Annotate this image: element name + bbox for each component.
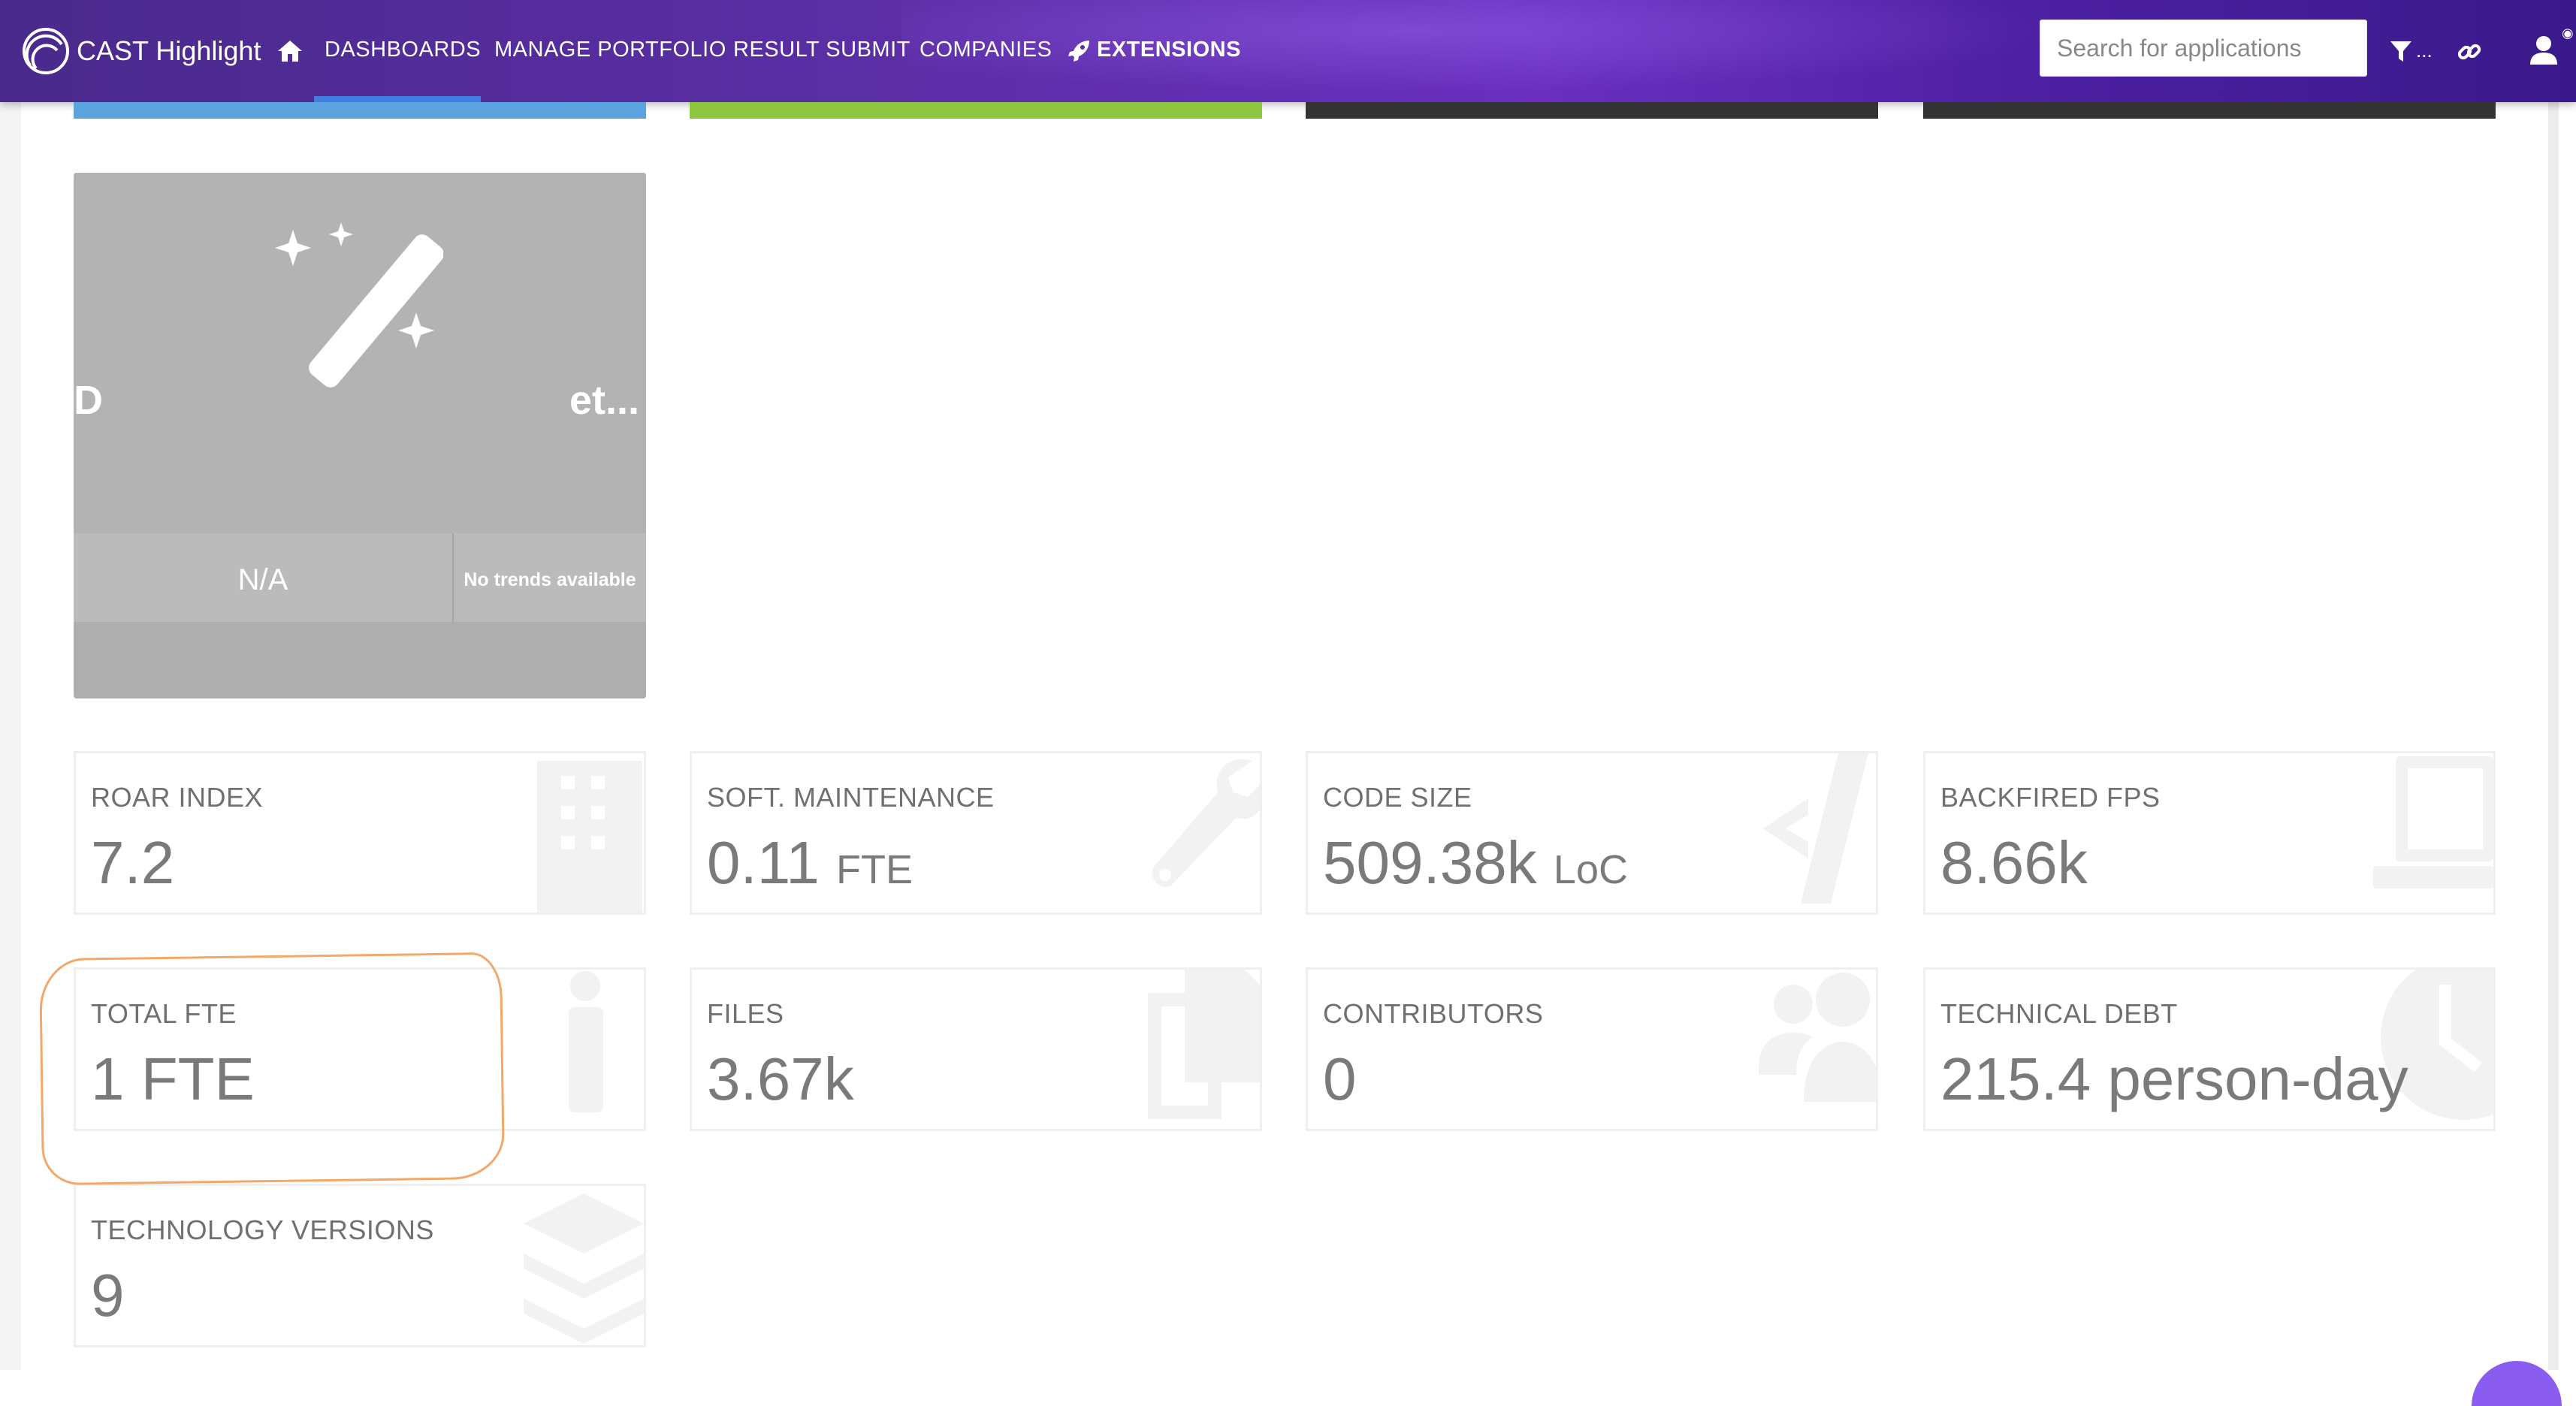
wizard-card-value: N/A [237, 563, 288, 596]
magic-wand-icon [275, 222, 443, 388]
wizard-card-title-right: et... [569, 378, 640, 423]
computer-icon [2373, 756, 2493, 889]
card-strip-green [690, 102, 1262, 119]
visibility-icon: ◉ [2562, 26, 2574, 41]
card-strip-dark-1 [1306, 102, 1878, 119]
tile-label: FILES [707, 998, 784, 1029]
top-navbar: CAST Highlight DASHBOARDS MANAGE PORTFOL… [0, 0, 2576, 102]
building-icon [537, 761, 642, 913]
tile-soft-maintenance[interactable]: SOFT. MAINTENANCE 0.11 FTE [690, 751, 1262, 915]
nav-dashboards[interactable]: DASHBOARDS [325, 38, 481, 62]
nav-extensions[interactable]: EXTENSIONS [1097, 38, 1241, 62]
tile-label: TECHNICAL DEBT [1940, 998, 2178, 1029]
search-input[interactable] [2040, 20, 2367, 77]
tile-roar-index[interactable]: ROAR INDEX 7.2 [74, 751, 646, 915]
tile-label: ROAR INDEX [91, 782, 264, 813]
tile-label: SOFT. MAINTENANCE [707, 782, 995, 813]
rocket-icon [1068, 41, 1089, 62]
tile-value: 7.2 [91, 829, 175, 896]
nav-result-submit[interactable]: RESULT SUBMIT [733, 38, 911, 62]
filter-summary[interactable]: ... [2416, 39, 2433, 62]
tile-value: 8.66k [1940, 829, 2088, 896]
nav-manage-portfolio[interactable]: MANAGE PORTFOLIO [494, 38, 726, 62]
tile-value: 0.11 FTE [707, 829, 913, 896]
card-strip-blue [74, 102, 646, 119]
annotation-highlight-circle [38, 952, 506, 1186]
layers-icon [524, 1193, 644, 1344]
tile-technology-versions[interactable]: TECHNOLOGY VERSIONS 9 [74, 1184, 646, 1347]
tile-contributors[interactable]: CONTRIBUTORS 0 [1306, 967, 1878, 1131]
tile-backfired-fps[interactable]: BACKFIRED FPS 8.66k [1923, 751, 2496, 915]
user-icon[interactable] [2529, 35, 2559, 66]
wizard-card[interactable]: D et... N/A No trends available [74, 173, 646, 698]
brand-name: CAST Highlight [77, 35, 261, 66]
nav-active-indicator [314, 96, 481, 102]
cast-logo-icon [23, 28, 69, 74]
tile-value: 509.38k LoC [1323, 829, 1628, 896]
wizard-card-trend: No trends available [464, 569, 636, 590]
tile-label: TECHNOLOGY VERSIONS [91, 1214, 434, 1245]
wizard-card-title-left: D [74, 378, 103, 423]
tile-value: 3.67k [707, 1045, 854, 1112]
tile-value: 9 [91, 1262, 125, 1329]
link-icon[interactable] [2457, 39, 2482, 65]
tile-label: CONTRIBUTORS [1323, 998, 1544, 1029]
filter-icon[interactable] [2389, 39, 2413, 65]
scrollbar[interactable] [2548, 0, 2559, 1370]
card-strip-dark-2 [1923, 102, 2496, 119]
tile-technical-debt[interactable]: TECHNICAL DEBT 215.4 person-day [1923, 967, 2496, 1131]
wrench-icon [1152, 759, 1260, 888]
page-gutter-left [0, 0, 21, 1370]
files-icon [1148, 970, 1260, 1119]
navbar-glow [901, 0, 2179, 102]
home-icon[interactable] [276, 38, 304, 65]
nav-companies[interactable]: COMPANIES [920, 38, 1052, 62]
tile-value: 215.4 person-day [1940, 1045, 2408, 1112]
tile-value: 0 [1323, 1045, 1357, 1112]
tile-label: CODE SIZE [1323, 782, 1472, 813]
users-icon [1759, 973, 1876, 1102]
tile-label: BACKFIRED FPS [1940, 782, 2161, 813]
brand[interactable]: CAST Highlight [21, 28, 261, 74]
tile-code-size[interactable]: CODE SIZE 509.38k LoC [1306, 751, 1878, 915]
person-icon [569, 971, 603, 1112]
code-icon [1763, 753, 1868, 904]
tile-files[interactable]: FILES 3.67k [690, 967, 1262, 1131]
